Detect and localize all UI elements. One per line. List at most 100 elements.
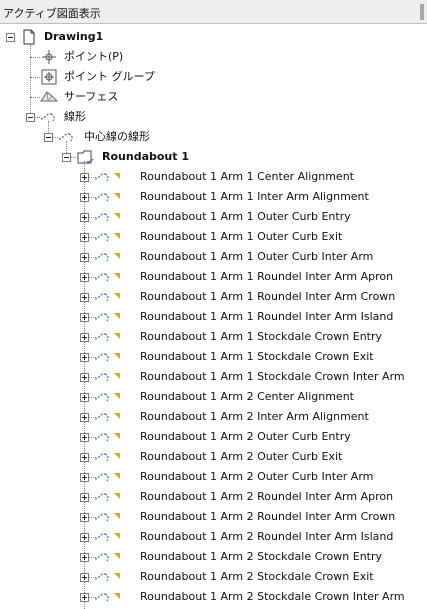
expand-plus-icon[interactable]: [80, 193, 89, 202]
tree-node-alignment-item: Roundabout 1 Arm 1 Roundel Inter Arm Isl…: [140, 310, 394, 323]
expand-plus-icon[interactable]: [80, 393, 89, 402]
tree-node-alignment-item: Roundabout 1 Arm 2 Roundel Inter Arm Isl…: [140, 530, 394, 543]
expand-plus-icon[interactable]: [80, 413, 89, 422]
modified-flag-icon: [114, 549, 120, 559]
modified-flag-icon: [114, 409, 120, 419]
tree-connector: [30, 97, 40, 98]
tree-node-alignment-item: Roundabout 1 Arm 1 Stockdale Crown Inter…: [140, 370, 405, 383]
modified-flag-icon: [114, 429, 120, 439]
collapse-minus-icon[interactable]: [44, 133, 53, 142]
alignment-icon: [94, 549, 112, 565]
alignment-icon: [94, 389, 112, 405]
collapse-minus-icon[interactable]: [62, 153, 71, 162]
modified-flag-icon: [114, 469, 120, 479]
expand-plus-icon[interactable]: [80, 493, 89, 502]
tree-node-alignment-item: Roundabout 1 Arm 1 Outer Curb Entry: [140, 210, 351, 223]
expand-plus-icon[interactable]: [80, 593, 89, 602]
expand-plus-icon[interactable]: [80, 553, 89, 562]
tree-node-alignment-item: Roundabout 1 Arm 2 Center Alignment: [140, 390, 354, 403]
expand-plus-icon[interactable]: [80, 353, 89, 362]
alignment-icon: [94, 229, 112, 245]
tree-node-alignment-item: Roundabout 1 Arm 2 Stockdale Crown Entry: [140, 550, 383, 563]
tree-node-alignment-item: Roundabout 1 Arm 1 Stockdale Crown Exit: [140, 350, 374, 363]
tree-connector: [30, 77, 40, 78]
expand-plus-icon[interactable]: [80, 173, 89, 182]
expand-plus-icon[interactable]: [80, 513, 89, 522]
roundabout-folder-icon: [76, 149, 94, 165]
tree-node-centerline-alignments: 中心線の線形: [84, 130, 150, 143]
tree-node-alignment-item: Roundabout 1 Arm 1 Outer Curb Inter Arm: [140, 250, 374, 263]
tree-node-alignment-item: Roundabout 1 Arm 2 Outer Curb Inter Arm: [140, 470, 374, 483]
collapse-minus-icon[interactable]: [6, 33, 15, 42]
tree-node-alignment-item: Roundabout 1 Arm 2 Stockdale Crown Inter…: [140, 590, 405, 603]
alignment-icon: [94, 589, 112, 605]
modified-flag-icon: [114, 569, 120, 579]
alignment-icon: [94, 489, 112, 505]
tree-node-alignment-item: Roundabout 1 Arm 2 Roundel Inter Arm Cro…: [140, 510, 396, 523]
collapse-minus-icon[interactable]: [26, 113, 35, 122]
alignment-icon: [94, 449, 112, 465]
panel-resize-grip[interactable]: [420, 4, 424, 20]
expand-plus-icon[interactable]: [80, 573, 89, 582]
expand-plus-icon[interactable]: [80, 253, 89, 262]
modified-flag-icon: [114, 349, 120, 359]
surface-icon: [40, 89, 59, 105]
expand-plus-icon[interactable]: [80, 433, 89, 442]
tree-node-alignment-item: Roundabout 1 Arm 2 Roundel Inter Arm Apr…: [140, 490, 394, 503]
tree-node-drawing1: Drawing1: [44, 30, 104, 43]
expand-plus-icon[interactable]: [80, 453, 89, 462]
expand-plus-icon[interactable]: [80, 233, 89, 242]
modified-flag-icon: [114, 309, 120, 319]
expand-plus-icon[interactable]: [80, 293, 89, 302]
modified-flag-icon: [114, 249, 120, 259]
modified-flag-icon: [114, 209, 120, 219]
expand-plus-icon[interactable]: [80, 473, 89, 482]
modified-flag-icon: [114, 369, 120, 379]
tree-node-alignment-item: Roundabout 1 Arm 1 Stockdale Crown Entry: [140, 330, 383, 343]
point-icon: [40, 49, 58, 65]
modified-flag-icon: [114, 509, 120, 519]
tree-node-alignment-item: Roundabout 1 Arm 1 Center Alignment: [140, 170, 354, 183]
expand-plus-icon[interactable]: [80, 533, 89, 542]
expand-plus-icon[interactable]: [80, 213, 89, 222]
alignment-icon: [94, 329, 112, 345]
modified-flag-icon: [114, 489, 120, 499]
expand-plus-icon[interactable]: [80, 313, 89, 322]
point-group-icon: [40, 69, 58, 85]
tree-node-alignment-item: Roundabout 1 Arm 1 Roundel Inter Arm Cro…: [140, 290, 396, 303]
tree-node-roundabout-1: Roundabout 1: [102, 150, 189, 163]
tree-node-alignment-item: Roundabout 1 Arm 2 Outer Curb Entry: [140, 430, 351, 443]
tree-node-alignment-item: Roundabout 1 Arm 1 Outer Curb Exit: [140, 230, 343, 243]
modified-flag-icon: [114, 269, 120, 279]
alignment-icon: [58, 129, 76, 145]
alignment-icon: [94, 169, 112, 185]
modified-flag-icon: [114, 189, 120, 199]
modified-flag-icon: [114, 229, 120, 239]
tree-connector: [30, 57, 40, 58]
alignment-icon: [94, 469, 112, 485]
tree-node-surfaces: サーフェス: [64, 90, 119, 103]
alignment-icon: [94, 529, 112, 545]
tree-node-alignment-item: Roundabout 1 Arm 2 Stockdale Crown Exit: [140, 570, 374, 583]
panel-header: アクティブ図面表示: [0, 0, 427, 24]
expand-plus-icon[interactable]: [80, 273, 89, 282]
alignment-icon: [94, 289, 112, 305]
alignment-icon: [94, 249, 112, 265]
tree-connector: [30, 45, 31, 117]
modified-flag-icon: [114, 449, 120, 459]
tree-node-alignment-item: Roundabout 1 Arm 2 Inter Arm Alignment: [140, 410, 369, 423]
expand-plus-icon[interactable]: [80, 373, 89, 382]
alignment-icon: [94, 309, 112, 325]
modified-flag-icon: [114, 329, 120, 339]
alignment-icon: [94, 409, 112, 425]
alignment-icon: [94, 509, 112, 525]
alignment-icon: [94, 429, 112, 445]
tree-node-point-groups: ポイント グループ: [64, 70, 155, 83]
prospector-tree[interactable]: Drawing1 ポイント(P) ポイント グループ サーフェス 線形 中心線の線形 Rou…: [0, 25, 427, 609]
modified-flag-icon: [114, 529, 120, 539]
tree-node-alignment-item: Roundabout 1 Arm 1 Inter Arm Alignment: [140, 190, 369, 203]
modified-flag-icon: [114, 589, 120, 599]
expand-plus-icon[interactable]: [80, 333, 89, 342]
alignment-icon: [40, 109, 58, 125]
tree-node-alignments: 線形: [64, 110, 86, 123]
